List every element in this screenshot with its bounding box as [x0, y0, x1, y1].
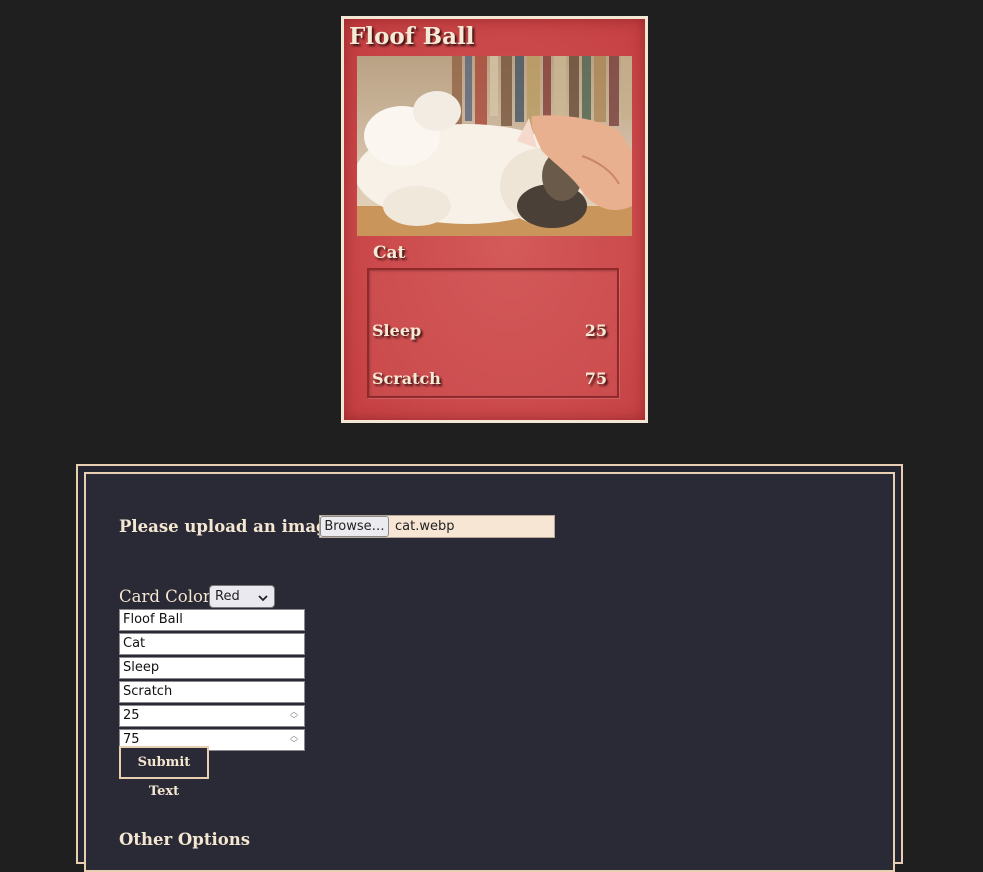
image-upload-field[interactable]: Browse… cat.webp: [319, 515, 555, 538]
cat-photo-image: [357, 56, 632, 236]
card-type-input[interactable]: Cat: [119, 633, 305, 655]
spinner-arrows-icon[interactable]: ︿ ﹀: [288, 708, 300, 724]
card-color-label: Card Color:: [119, 587, 217, 606]
spinner-arrows-icon[interactable]: ︿ ﹀: [288, 732, 300, 748]
card-title-input[interactable]: Floof Ball: [119, 609, 305, 631]
trading-card: Floof Ball Cat Sleep 25 Scratch 75: [341, 16, 648, 423]
card-type: Cat: [373, 243, 406, 263]
stat-name: Sleep: [372, 321, 422, 340]
submit-text-button[interactable]: Submit Text: [119, 746, 209, 799]
stat1-name-input[interactable]: Sleep: [119, 657, 305, 679]
stat-value: 75: [584, 369, 607, 388]
stat1-value-text: 25: [123, 708, 140, 723]
card-title: Floof Ball: [349, 23, 475, 50]
card-editor-inner: Please upload an image! Browse… cat.webp…: [84, 472, 895, 872]
stat2-value-text: 75: [123, 732, 140, 747]
card-color-select[interactable]: Red: [209, 585, 275, 608]
card-photo: [357, 56, 632, 236]
stat-name: Scratch: [372, 369, 441, 388]
other-options-heading: Other Options: [119, 830, 251, 849]
card-color-value: Red: [215, 589, 240, 604]
browse-button[interactable]: Browse…: [320, 516, 389, 537]
upload-label: Please upload an image!: [119, 517, 346, 536]
selected-file-name: cat.webp: [395, 519, 455, 534]
stat2-name-input[interactable]: Scratch: [119, 681, 305, 703]
card-editor-panel: Please upload an image! Browse… cat.webp…: [76, 464, 903, 872]
stat-value: 25: [584, 321, 607, 340]
stat-row-scratch: Scratch 75: [372, 369, 607, 391]
stat1-value-input[interactable]: 25 ︿ ﹀: [119, 705, 305, 727]
stat-row-sleep: Sleep 25: [372, 321, 607, 343]
card-stats-box: Sleep 25 Scratch 75: [367, 268, 619, 398]
chevron-down-icon: [258, 590, 268, 611]
